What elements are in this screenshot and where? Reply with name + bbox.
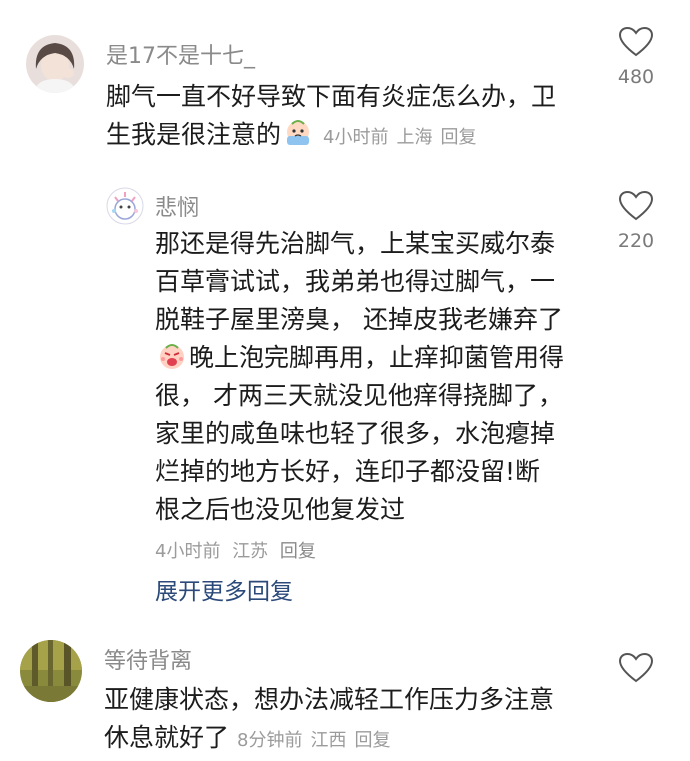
like-count: 480 xyxy=(617,66,655,88)
reply-meta: 4小时前 江苏 回复 xyxy=(155,537,316,563)
comment-location: 上海 xyxy=(396,127,433,148)
comment-username[interactable]: 等待背离 xyxy=(104,643,192,675)
expand-more-replies-link[interactable]: 展开更多回复 xyxy=(155,572,293,606)
comment-body: 亚健康状态，想办法减轻工作压力多注意休息就好了 8分钟前 江西 回复 xyxy=(104,681,574,760)
reply-location: 江苏 xyxy=(232,541,269,562)
heart-icon xyxy=(618,26,654,57)
avatar-photo xyxy=(20,640,82,702)
avatar[interactable] xyxy=(26,35,84,93)
angry-emoji-icon xyxy=(160,344,184,369)
reply-button[interactable]: 回复 xyxy=(354,730,390,751)
comment-time: 8分钟前 xyxy=(237,730,303,751)
reply-username[interactable]: 悲悯 xyxy=(155,190,199,222)
reply-avatar[interactable] xyxy=(106,187,144,225)
reply-body: 那还是得先治脚气，上某宝买威尔泰百草膏试试，我弟弟也得过脚气，一脱鞋子屋里滂臭，… xyxy=(155,225,565,529)
avatar[interactable] xyxy=(20,640,82,702)
reply-button[interactable]: 回复 xyxy=(440,127,476,148)
crying-emoji-icon xyxy=(287,120,310,145)
reply-like-button[interactable]: 220 xyxy=(606,190,666,252)
like-button[interactable] xyxy=(606,652,666,684)
like-button[interactable]: 480 xyxy=(606,26,666,88)
reply-text-part1: 那还是得先治脚气，上某宝买威尔泰百草膏试试，我弟弟也得过脚气，一脱鞋子屋里滂臭，… xyxy=(155,229,563,334)
comment-location: 江西 xyxy=(310,730,347,751)
comment-time: 4小时前 xyxy=(323,127,389,148)
avatar-cartoon xyxy=(106,187,144,225)
reply-reply-button[interactable]: 回复 xyxy=(280,541,316,562)
reply-text-part2: 晚上泡完脚再用，止痒抑菌管用得很， 才两三天就没见他痒得挠脚了，家里的咸鱼味也轻… xyxy=(155,343,565,524)
reply-like-count: 220 xyxy=(617,230,655,252)
comment-body: 脚气一直不好导致下面有炎症怎么办，卫生我是很注意的 4小时前 上海 回复 xyxy=(106,78,566,157)
heart-icon xyxy=(618,652,654,683)
avatar-photo xyxy=(26,35,84,93)
comment-username[interactable]: 是17不是十七_ xyxy=(106,38,255,70)
heart-icon xyxy=(618,190,654,221)
reply-time: 4小时前 xyxy=(155,541,221,562)
